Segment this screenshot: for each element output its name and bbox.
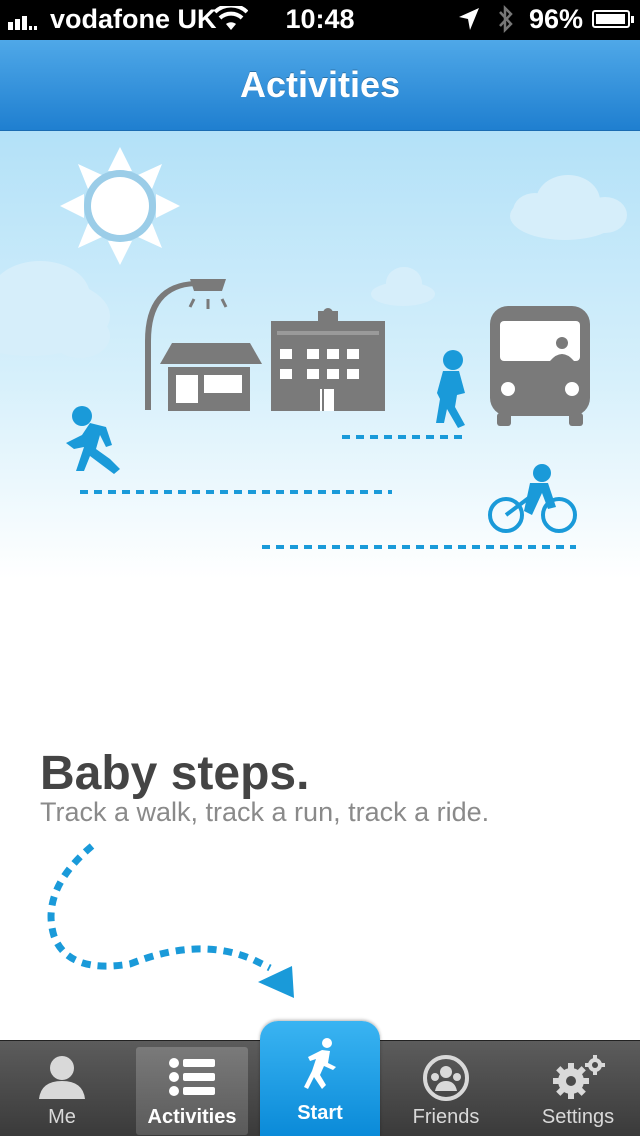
location-arrow-icon <box>457 6 481 39</box>
onboarding-subline: Track a walk, track a run, track a ride. <box>40 797 490 827</box>
tab-me-label: Me <box>48 1106 76 1128</box>
office-building-icon <box>271 308 385 411</box>
battery-percent: 96% <box>529 4 584 34</box>
tab-settings[interactable]: Settings <box>520 1041 636 1136</box>
app-screen: vodafone UK 10:48 96% Activities Baby st… <box>0 0 640 1136</box>
page-title: Activities <box>239 64 401 105</box>
gears-icon <box>553 1055 605 1099</box>
tab-start-label: Start <box>297 1102 343 1124</box>
battery-icon <box>592 10 634 28</box>
navigation-bar: Activities <box>0 40 640 131</box>
tab-me[interactable]: Me <box>4 1041 120 1136</box>
cyclist-icon <box>488 464 577 533</box>
bus-icon <box>490 306 590 426</box>
shop-building-icon <box>160 343 262 411</box>
tab-bar: Me Activities Start Friends Settings <box>0 1021 640 1136</box>
walker-icon <box>436 350 465 428</box>
tab-start[interactable]: Start <box>260 1021 380 1136</box>
cloud-icon <box>0 261 110 358</box>
list-icon <box>169 1058 215 1096</box>
tab-settings-label: Settings <box>541 1106 615 1128</box>
status-bar: vodafone UK 10:48 96% <box>0 0 640 40</box>
cloud-icon <box>371 267 435 306</box>
runner-icon <box>66 406 120 474</box>
tab-activities-label: Activities <box>147 1106 237 1128</box>
runner-icon <box>304 1038 336 1089</box>
tab-friends-label: Friends <box>412 1106 480 1128</box>
cloud-icon <box>510 175 627 240</box>
activities-illustration <box>0 131 640 691</box>
friends-group-icon <box>423 1055 469 1101</box>
tab-friends[interactable]: Friends <box>388 1041 504 1136</box>
pointer-arrow-icon <box>47 843 294 998</box>
person-silhouette-icon <box>39 1056 85 1099</box>
tab-activities[interactable]: Activities <box>136 1047 248 1135</box>
onboarding-headline: Baby steps. <box>40 747 310 800</box>
bluetooth-icon <box>497 4 515 41</box>
sun-icon <box>60 147 180 265</box>
